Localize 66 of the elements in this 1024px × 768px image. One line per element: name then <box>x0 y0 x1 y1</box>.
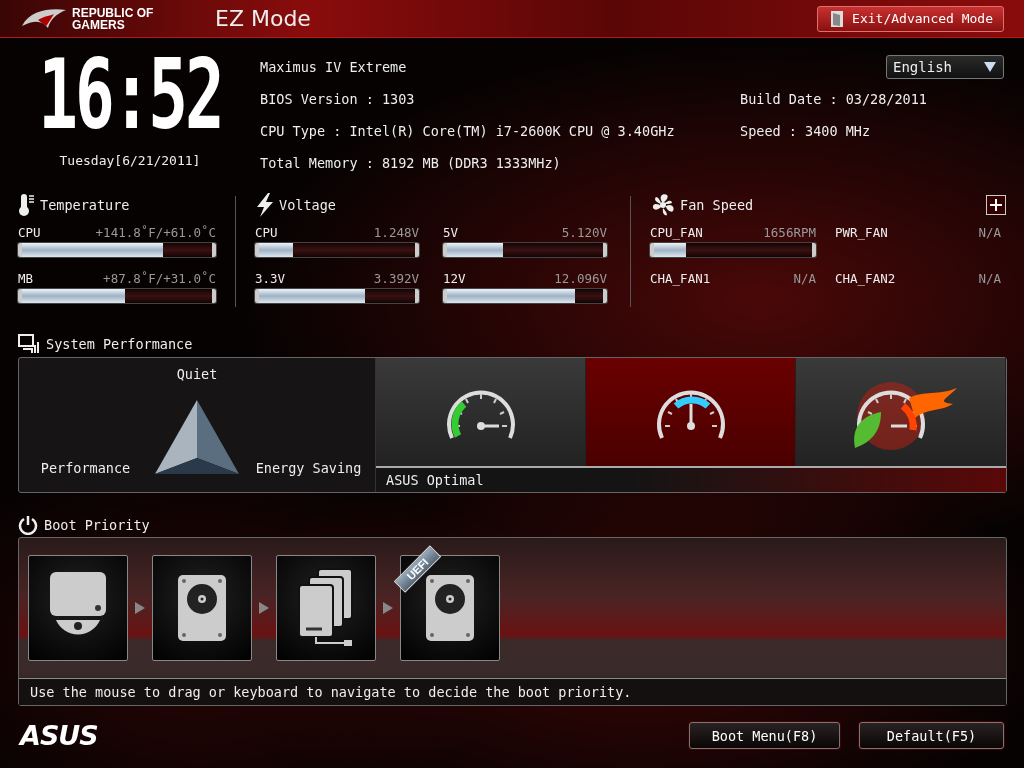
section-title: System Performance <box>46 335 193 352</box>
monitor-icon <box>18 333 40 354</box>
section-title: Voltage <box>279 197 337 213</box>
arrow-icon <box>382 601 394 615</box>
power-icon <box>18 515 38 535</box>
boot-device-tile[interactable] <box>152 555 252 661</box>
section-title: Fan Speed <box>680 197 755 213</box>
performance-mode-tile[interactable] <box>376 358 586 466</box>
sensor-label: 3.3V <box>255 270 286 286</box>
expand-button[interactable] <box>986 195 1006 215</box>
page-title: EZ Mode <box>215 6 312 31</box>
info-text: Speed : 3400 MHz <box>740 123 872 139</box>
arrow-icon <box>134 601 146 615</box>
info-text: BIOS Version : 1303 <box>260 91 416 107</box>
exit-advanced-mode-button[interactable]: Exit/Advanced Mode <box>817 5 1004 32</box>
sensor-label: CHA_FAN2 <box>835 270 896 286</box>
sensor-reading: +87.8˚F/+31.0˚C <box>103 270 216 286</box>
door-icon <box>830 9 845 28</box>
hint-text: Use the mouse to drag or keyboard to navigate to decide the boot priority. <box>19 678 1006 705</box>
sensor-label: 12V <box>443 270 466 286</box>
sensor-reading: N/A <box>793 270 816 286</box>
plus-icon <box>989 198 1003 212</box>
date-text: Tuesday[6/21/2011] <box>59 153 201 168</box>
performance-mode-tile[interactable] <box>586 358 796 466</box>
info-text: CPU Type : Intel(R) Core(TM) i7-2600K CPU @ 3.40GHz <box>260 123 676 139</box>
sensor-reading: N/A <box>978 224 1001 240</box>
info-text: Total Memory : 8192 MB (DDR3 1333MHz) <box>260 155 562 171</box>
boot-device-tile[interactable] <box>276 555 376 661</box>
caret-icon <box>983 61 997 73</box>
sensor-label: MB <box>18 270 34 286</box>
sensor-reading: +141.8˚F/+61.0˚C <box>95 224 216 240</box>
thermometer-icon <box>18 193 36 217</box>
sensor-label: PWR_FAN <box>835 224 888 240</box>
sensor-label: 5V <box>443 224 459 240</box>
mode-label[interactable]: Energy Saving <box>255 460 362 476</box>
sensor-reading: 5.120V <box>561 224 607 240</box>
hard-drive-icon <box>176 573 228 643</box>
mode-label[interactable]: Quiet <box>176 366 218 382</box>
section-title: Temperature <box>40 197 131 213</box>
language-dropdown[interactable]: English <box>886 55 1004 79</box>
sensor-reading: 12.096V <box>554 270 607 286</box>
sensor-reading: 3.392V <box>373 270 419 286</box>
lightning-icon <box>255 193 275 217</box>
sensor-label: CPU <box>18 224 41 240</box>
footer-button[interactable]: Boot Menu(F8) <box>689 722 840 749</box>
sensor-label: CPU <box>255 224 278 240</box>
logo-text: REPUBLIC OF <box>72 6 154 19</box>
arrow-icon <box>258 601 270 615</box>
sensor-label: CHA_FAN1 <box>650 270 711 286</box>
boot-device-tile[interactable] <box>400 555 500 661</box>
performance-mode-tile[interactable] <box>796 358 1006 466</box>
boot-device-tile[interactable] <box>28 555 128 661</box>
brand-logo: ASUS <box>20 720 98 751</box>
sensor-reading: N/A <box>978 270 1001 286</box>
info-text: Maximus IV Extreme <box>260 59 408 75</box>
logo-text: GAMERS <box>72 18 126 31</box>
sensor-label: CPU_FAN <box>650 224 703 240</box>
fan-icon <box>650 193 676 217</box>
clock-time: 16:52 <box>38 57 222 136</box>
sensor-reading: 1656RPM <box>763 224 816 240</box>
section-title: Boot Priority <box>44 517 150 533</box>
drive-stack-icon <box>296 567 356 649</box>
mode-label[interactable]: Performance <box>40 460 131 476</box>
info-text: Build Date : 03/28/2011 <box>740 91 928 107</box>
sensor-reading: 1.248V <box>373 224 419 240</box>
footer-button[interactable]: Default(F5) <box>859 722 1004 749</box>
